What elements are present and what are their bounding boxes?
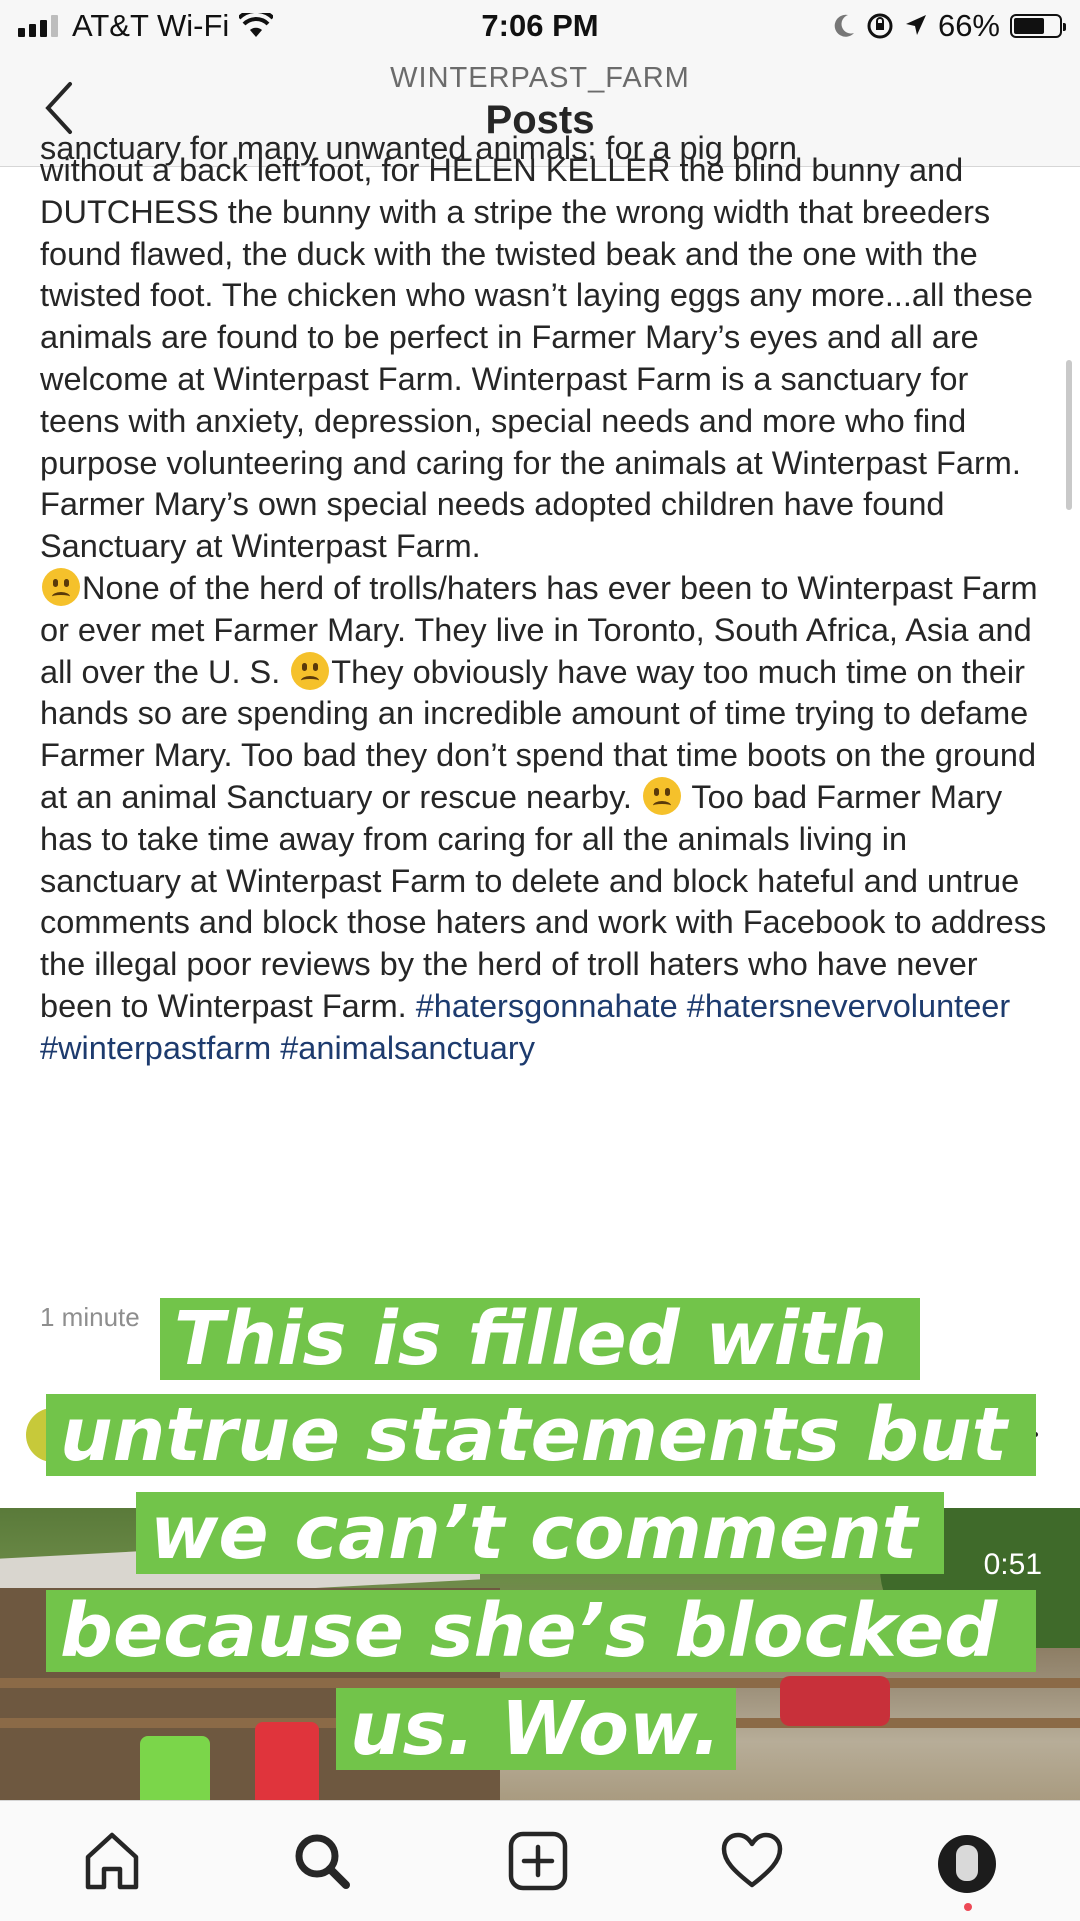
frown-emoji-icon [291,651,330,690]
frown-emoji-icon [642,776,681,815]
account-name: WINTERPAST_FARM [390,62,690,94]
overlay-line-2: untrue statements but [46,1394,1036,1476]
red-chair [255,1722,319,1800]
video-duration: 0:51 [983,1548,1042,1581]
overlay-line-5: us. Wow. [336,1688,736,1770]
search-icon[interactable] [290,1829,354,1893]
battery-icon [1010,14,1066,38]
post-timestamp: 1 minute [40,1302,140,1332]
orientation-lock-icon [867,13,893,39]
frown-emoji-icon [42,567,80,606]
scrollbar[interactable] [1066,360,1072,510]
caption-cut-line: sanctuary for many unwanted animals: for… [40,130,797,166]
caption-paragraph-1: without a back left foot, for HELEN KELL… [40,152,1033,565]
moon-icon [834,14,854,37]
location-icon [905,15,926,35]
battery-percent: 66% [937,8,1000,43]
overlay-line-4: because she’s blocked [46,1590,1036,1672]
heart-icon[interactable] [720,1829,784,1893]
notification-dot [964,1903,972,1911]
profile-avatar[interactable] [938,1835,996,1893]
add-post-icon[interactable] [506,1829,570,1893]
overlay-line-1: This is filled with [160,1298,920,1380]
status-bar: AT&T Wi-Fi 7:06 PM 66% [0,0,1080,52]
overlay-line-3: we can’t comment [136,1492,944,1574]
caption-paragraph-2: None of the herd of trolls/haters has ev… [40,567,1050,1070]
home-icon[interactable] [80,1829,144,1893]
post-caption: sanctuary for many unwanted animals: for… [40,130,1050,1070]
status-right: 66% [832,8,1066,44]
bottom-nav [0,1800,1080,1921]
green-chair [140,1736,210,1800]
